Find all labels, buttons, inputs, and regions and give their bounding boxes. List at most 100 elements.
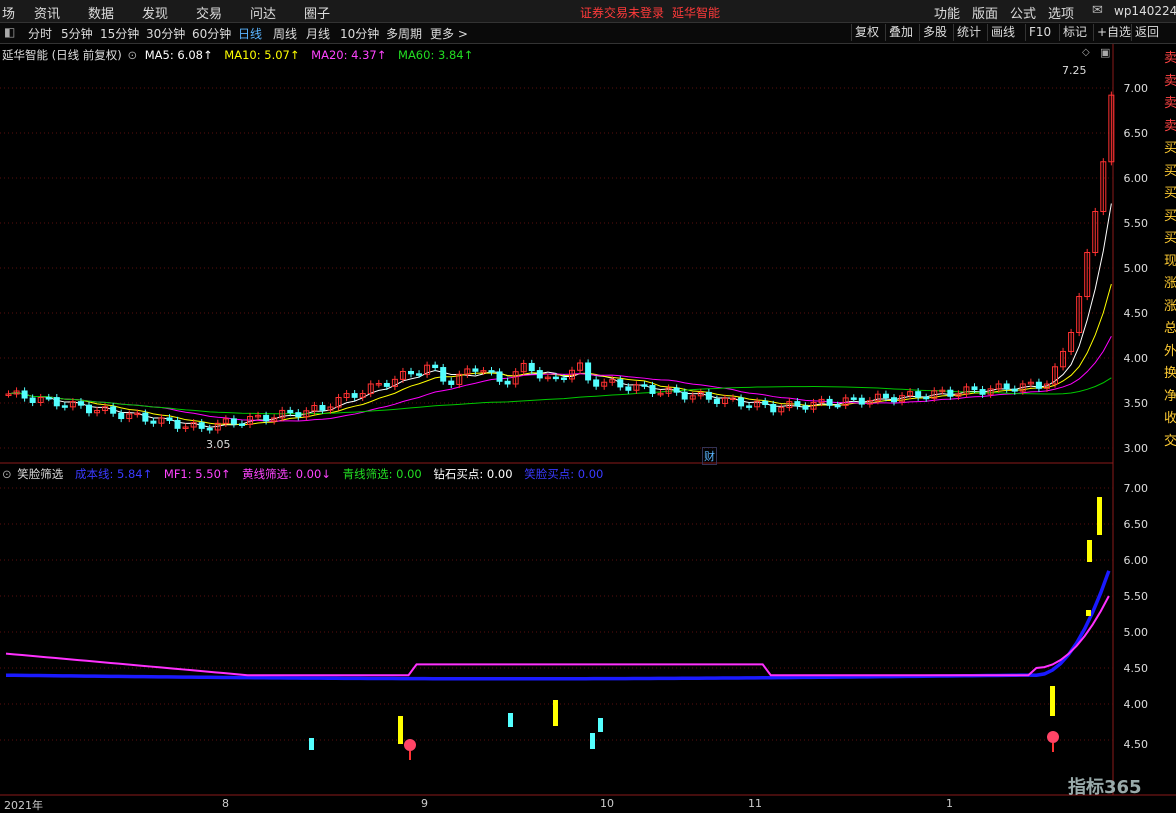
menu-item-market[interactable]: 场: [2, 3, 15, 22]
axis-tick: 6.50: [1123, 127, 1149, 140]
candle-body: [963, 386, 970, 395]
finance-marker[interactable]: 财: [702, 447, 717, 465]
mail-icon[interactable]: ✉: [1092, 3, 1103, 18]
multi-stock-button[interactable]: 多股: [919, 24, 950, 41]
yellow-filter-label: 黄线筛选: 0.00↓: [242, 467, 331, 481]
user-id[interactable]: wp140224: [1114, 4, 1176, 18]
candle-body: [923, 396, 930, 400]
tab-5min[interactable]: 5分钟: [61, 25, 93, 42]
axis-tick: 4.50: [1123, 307, 1149, 320]
menu-item-data[interactable]: 数据: [88, 3, 114, 22]
candle-body: [794, 401, 801, 407]
candle-body: [536, 370, 543, 379]
candle-body: [858, 397, 865, 405]
back-button[interactable]: 返回: [1131, 24, 1162, 41]
quote-side-char: 交: [1164, 433, 1176, 449]
settings-icon[interactable]: ⊙: [2, 467, 12, 481]
candle-body: [915, 391, 922, 398]
candle-body: [383, 383, 390, 387]
candle-body: [746, 405, 753, 408]
signal-bar: [1087, 540, 1092, 562]
cost-line-label: 成本线: 5.84↑: [74, 467, 153, 481]
add-favorite-button[interactable]: +自选: [1093, 24, 1134, 41]
candle-body: [681, 391, 688, 400]
candle-body: [319, 404, 326, 411]
candle-body: [94, 410, 101, 414]
candle-body: [5, 393, 12, 396]
stock-title: 延华智能 (日线 前复权): [2, 48, 122, 62]
candle-body: [987, 388, 994, 395]
candle-body: [432, 364, 439, 369]
tab-60min[interactable]: 60分钟: [192, 25, 231, 42]
tab-weekly[interactable]: 周线: [273, 25, 297, 42]
menu-item-wenda[interactable]: 问达: [250, 3, 276, 22]
candle-body: [367, 383, 374, 395]
menu-item-discover[interactable]: 发现: [142, 3, 168, 22]
tab-daily[interactable]: 日线: [238, 25, 262, 42]
candle-body: [649, 385, 656, 394]
menu-item-news[interactable]: 资讯: [34, 3, 60, 22]
tab-30min[interactable]: 30分钟: [146, 25, 185, 42]
candle-body: [882, 393, 889, 399]
tab-more[interactable]: 更多 >: [430, 25, 468, 42]
candle-body: [907, 391, 914, 397]
watermark-logo: 指标365: [1068, 777, 1142, 798]
candle-body: [947, 389, 954, 397]
candle-body: [230, 418, 237, 425]
signal-bar: [590, 733, 595, 749]
candle-body: [609, 379, 616, 383]
candle-body: [754, 400, 761, 408]
candle-body: [118, 412, 125, 420]
tab-10min[interactable]: 10分钟: [340, 25, 379, 42]
quote-side-char: 卖: [1164, 73, 1176, 89]
statistics-button[interactable]: 统计: [953, 24, 984, 41]
candle-body: [802, 405, 809, 410]
candle-body: [198, 422, 205, 429]
candle-body: [778, 407, 785, 413]
tab-15min[interactable]: 15分钟: [100, 25, 139, 42]
mark-button[interactable]: 标记: [1059, 24, 1090, 41]
window-icon[interactable]: ▣: [1100, 46, 1110, 59]
menu-item-options[interactable]: 选项: [1048, 3, 1074, 22]
f10-button[interactable]: F10: [1025, 24, 1054, 41]
menu-item-formula[interactable]: 公式: [1010, 3, 1036, 22]
candle-body: [504, 380, 511, 385]
candle-body: [899, 395, 906, 403]
mf1-label: MF1: 5.50↑: [163, 467, 231, 481]
overlay-button[interactable]: 叠加: [885, 24, 916, 41]
candle-body: [1035, 381, 1042, 389]
candle-body: [995, 383, 1002, 390]
menu-item-circle[interactable]: 圈子: [304, 3, 330, 22]
candle-body: [182, 426, 189, 430]
panel-toggle-icon[interactable]: ◧: [4, 25, 15, 39]
menu-item-trade[interactable]: 交易: [196, 3, 222, 22]
menu-item-function[interactable]: 功能: [934, 3, 960, 22]
tab-monthly[interactable]: 月线: [306, 25, 330, 42]
candle-body: [874, 393, 881, 402]
cost-line: [5, 570, 1111, 681]
login-status[interactable]: 证券交易未登录: [580, 4, 664, 21]
candle-body: [834, 404, 841, 408]
diamond-toggle-icon[interactable]: ◇: [1082, 47, 1090, 58]
candle-body: [45, 397, 52, 400]
draw-line-button[interactable]: 画线: [987, 24, 1018, 41]
candle-body: [375, 383, 382, 386]
menu-item-layout[interactable]: 版面: [972, 3, 998, 22]
tab-multi-period[interactable]: 多周期: [386, 25, 422, 42]
candle-body: [673, 387, 680, 393]
signal-bar: [1097, 497, 1102, 535]
candle-body: [247, 415, 253, 425]
restore-rights-button[interactable]: 复权: [851, 24, 882, 41]
current-stock-name: 延华智能: [672, 6, 721, 20]
candle-body: [850, 397, 857, 400]
candle-body: [158, 417, 165, 424]
candle-body: [1068, 331, 1075, 352]
candle-body: [1027, 381, 1034, 385]
tab-timeshare[interactable]: 分时: [28, 25, 52, 42]
candle-body: [1084, 252, 1091, 298]
date-label: 2021年: [4, 799, 43, 812]
candle-body: [255, 414, 262, 418]
candle-body: [37, 397, 44, 403]
settings-icon[interactable]: ⊙: [127, 48, 137, 62]
candle-body: [617, 379, 624, 388]
